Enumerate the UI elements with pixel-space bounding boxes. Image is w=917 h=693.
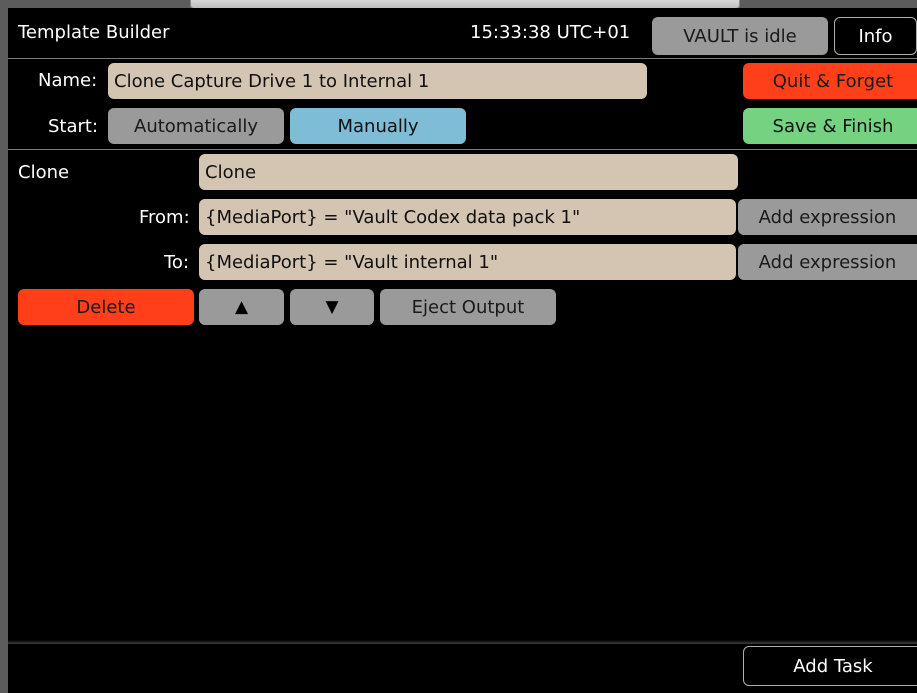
page-title: Template Builder	[18, 22, 170, 43]
to-label: To:	[164, 252, 190, 273]
add-task-button[interactable]: Add Task	[743, 646, 917, 686]
move-up-button[interactable]: ▲	[199, 289, 284, 325]
name-label: Name:	[38, 70, 98, 91]
task-type-label: Clone	[18, 162, 70, 183]
from-add-expression-button[interactable]: Add expression	[738, 199, 917, 235]
start-automatically-button[interactable]: Automatically	[108, 108, 284, 144]
task-name-field[interactable]: Clone	[199, 154, 738, 190]
name-field[interactable]: Clone Capture Drive 1 to Internal 1	[108, 63, 647, 99]
vault-status-badge: VAULT is idle	[652, 17, 828, 55]
info-button[interactable]: Info	[834, 17, 917, 55]
quit-forget-button[interactable]: Quit & Forget	[743, 63, 917, 99]
start-manually-button[interactable]: Manually	[290, 108, 466, 144]
eject-output-button[interactable]: Eject Output	[380, 289, 556, 325]
to-expression-field[interactable]: {MediaPort} = "Vault internal 1"	[199, 244, 736, 280]
from-expression-field[interactable]: {MediaPort} = "Vault Codex data pack 1"	[199, 199, 736, 235]
start-label: Start:	[48, 116, 99, 137]
header-divider	[8, 58, 917, 59]
section-divider	[8, 149, 917, 150]
move-down-button[interactable]: ▼	[290, 289, 374, 325]
to-add-expression-button[interactable]: Add expression	[738, 244, 917, 280]
arrow-up-icon: ▲	[234, 297, 249, 317]
clock: 15:33:38 UTC+01	[470, 22, 631, 43]
arrow-down-icon: ▼	[325, 297, 339, 317]
save-finish-button[interactable]: Save & Finish	[743, 108, 917, 144]
template-builder-window: Template Builder 15:33:38 UTC+01 VAULT i…	[8, 8, 917, 693]
delete-task-button[interactable]: Delete	[18, 289, 194, 325]
from-label: From:	[139, 207, 190, 228]
